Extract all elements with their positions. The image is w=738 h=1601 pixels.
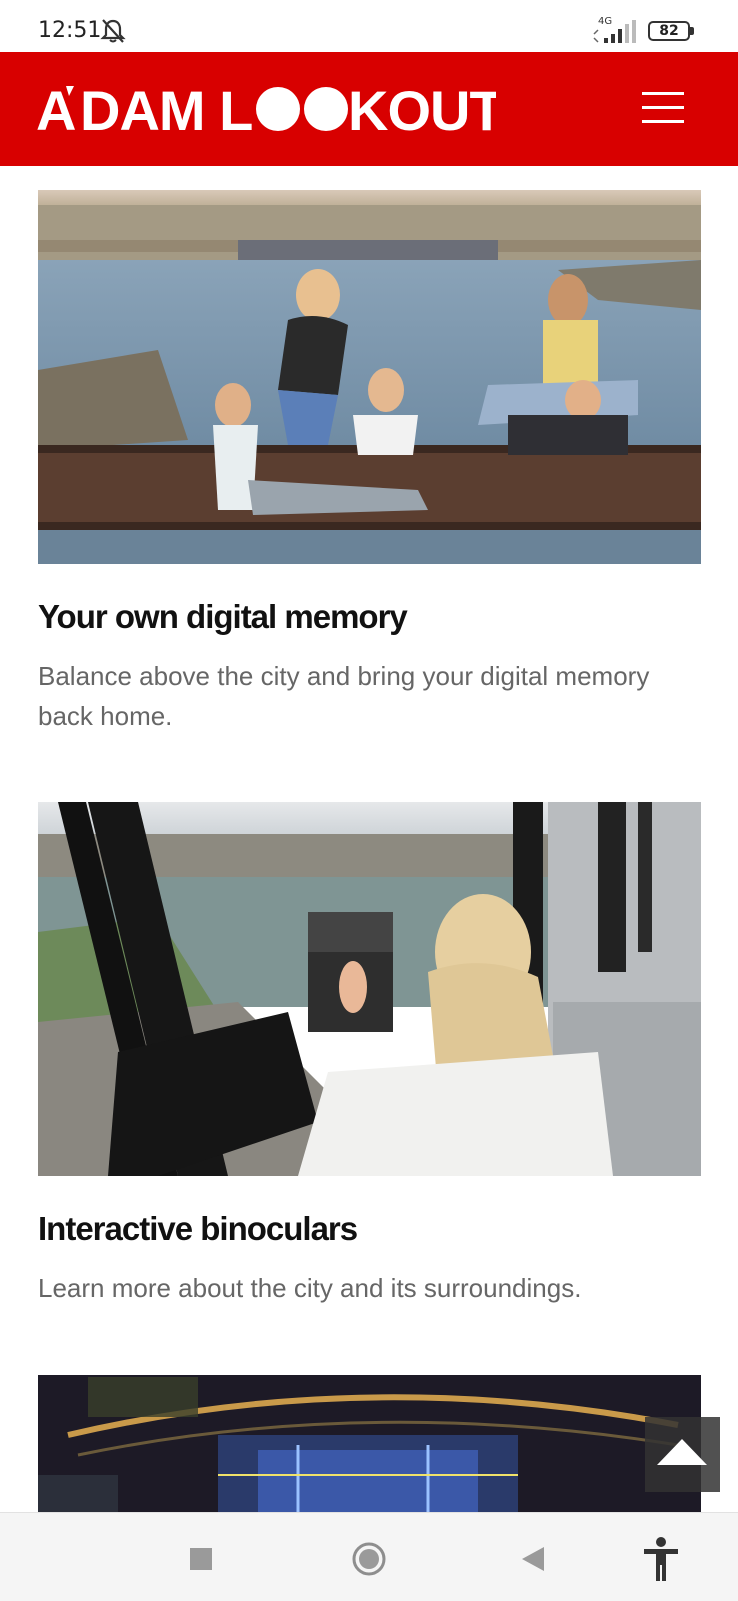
elevator-interior-photo [38, 1375, 701, 1512]
hamburger-line [642, 106, 684, 109]
svg-text:DAM L: DAM L [80, 80, 252, 136]
status-bar: 12:51 4G 82 [0, 0, 738, 52]
recent-apps-icon[interactable] [190, 1548, 212, 1570]
back-icon[interactable] [522, 1547, 544, 1571]
group-on-beam-photo [38, 190, 701, 564]
battery-level: 82 [659, 23, 679, 39]
signal-icon [593, 20, 636, 43]
hamburger-line [642, 120, 684, 123]
card-title: Interactive binoculars [38, 1210, 358, 1247]
svg-text:KOUT: KOUT [348, 80, 496, 136]
card-title: Your own digital memory [38, 598, 408, 635]
card-image-elevator[interactable] [38, 1375, 701, 1512]
hamburger-icon [642, 92, 684, 95]
status-time: 12:51 [38, 18, 102, 43]
card-description: Balance above the city and bring your di… [38, 661, 650, 731]
battery-tip [690, 27, 694, 35]
site-header: A DAM L KOUT [0, 52, 738, 166]
home-icon[interactable] [352, 1542, 386, 1576]
battery-icon: 82 [648, 21, 690, 41]
accessibility-icon[interactable] [642, 1537, 680, 1581]
card-description: Learn more about the city and its surrou… [38, 1273, 582, 1303]
adam-lookout-logo[interactable]: A DAM L KOUT [36, 80, 496, 136]
binoculars-photo [38, 802, 701, 1176]
card-image-binoculars[interactable] [38, 802, 701, 1176]
card-image-digital-memory[interactable] [38, 190, 701, 564]
android-navigation-bar [0, 1512, 738, 1601]
menu-button[interactable] [636, 86, 690, 130]
bell-off-icon [100, 19, 126, 43]
arrow-up-icon [657, 1439, 707, 1465]
back-to-top-button[interactable] [645, 1417, 720, 1492]
